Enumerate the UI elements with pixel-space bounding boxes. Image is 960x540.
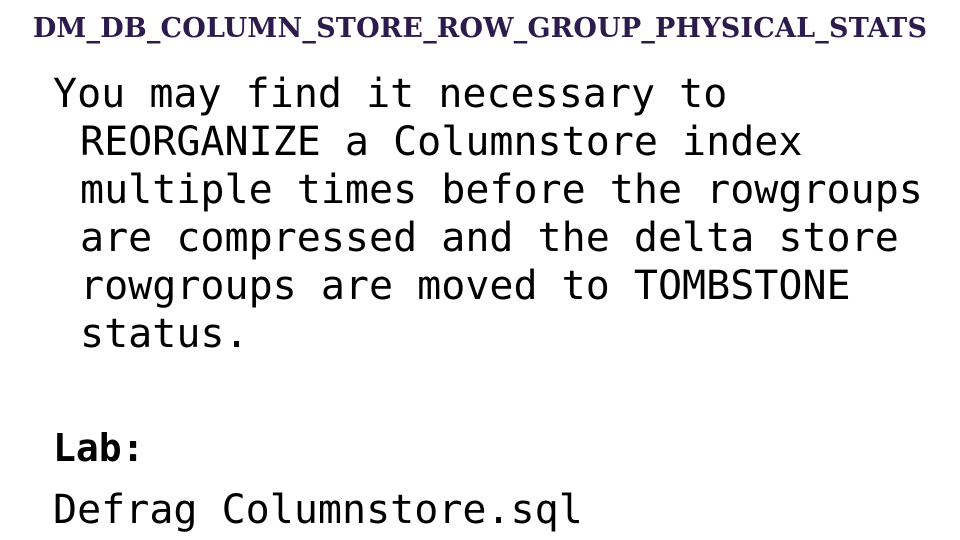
slide-title: DM_DB_COLUMN_STORE_ROW_GROUP_PHYSICAL_ST…	[32, 13, 928, 44]
lab-file-name: Defrag Columnstore.sql	[53, 487, 583, 533]
presentation-slide: DM_DB_COLUMN_STORE_ROW_GROUP_PHYSICAL_ST…	[0, 0, 960, 540]
lab-label: Lab:	[53, 426, 145, 470]
lab-section: Lab: Defrag Columnstore.sql	[53, 424, 933, 534]
body-paragraph: You may find it necessary to REORGANIZE …	[53, 71, 947, 357]
slide-body: You may find it necessary to REORGANIZE …	[53, 70, 952, 358]
